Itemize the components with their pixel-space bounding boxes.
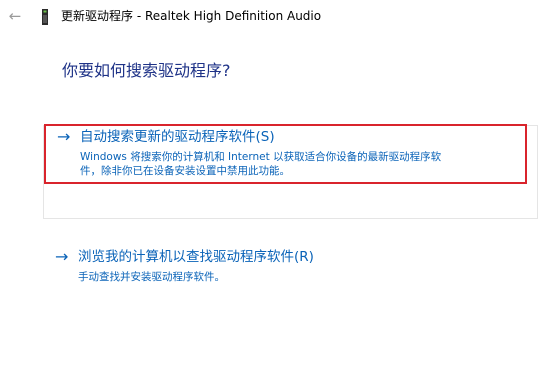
- browse-computer-option[interactable]: → 浏览我的计算机以查找驱动程序软件(R) 手动查找并安装驱动程序软件。: [44, 245, 424, 287]
- page-heading: 你要如何搜索驱动程序?: [62, 61, 231, 80]
- back-arrow-icon[interactable]: ←: [4, 6, 26, 26]
- auto-search-option[interactable]: → 自动搜索更新的驱动程序软件(S) Windows 将搜索你的计算机和 Int…: [44, 124, 527, 184]
- window-title: 更新驱动程序 - Realtek High Definition Audio: [61, 9, 322, 23]
- title-bar: ← 更新驱动程序 - Realtek High Definition Audio: [0, 0, 546, 34]
- auto-search-description-line2: 件，除非你已在设备安装设置中禁用此功能。: [80, 165, 290, 177]
- auto-search-title: 自动搜索更新的驱动程序软件(S): [80, 129, 275, 145]
- auto-search-description-line1: Windows 将搜索你的计算机和 Internet 以获取适合你设备的最新驱动…: [80, 151, 442, 163]
- browse-computer-description: 手动查找并安装驱动程序软件。: [78, 271, 225, 283]
- device-icon: [42, 9, 48, 25]
- browse-computer-title: 浏览我的计算机以查找驱动程序软件(R): [78, 249, 314, 265]
- arrow-right-icon: →: [55, 247, 69, 266]
- arrow-right-icon: →: [57, 127, 71, 146]
